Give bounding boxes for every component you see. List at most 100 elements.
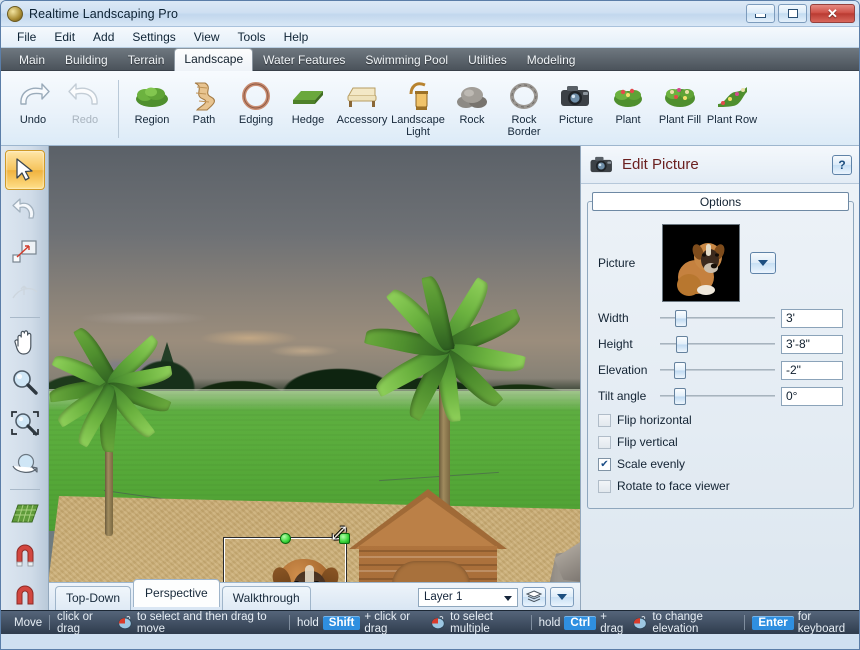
menu-tools[interactable]: Tools xyxy=(230,28,274,46)
tab-terrain[interactable]: Terrain xyxy=(118,50,175,71)
tilt-angle-value[interactable]: 0° xyxy=(781,386,843,406)
camera-picture-icon xyxy=(559,79,593,113)
view-tab-walkthrough[interactable]: Walkthrough xyxy=(221,586,311,610)
slider-thumb[interactable] xyxy=(676,336,689,353)
view-tab-top-down[interactable]: Top-Down xyxy=(55,586,132,610)
bend-arc-icon xyxy=(11,285,37,299)
elevation-value[interactable]: -2" xyxy=(781,360,843,380)
rotate-to-face-viewer-row[interactable]: Rotate to face viewer xyxy=(598,476,843,496)
rotate-tool[interactable] xyxy=(5,191,45,231)
flip-horizontal-label: Flip horizontal xyxy=(617,413,692,427)
height-value[interactable]: 3'-8" xyxy=(781,334,843,354)
rock-border-button[interactable]: Rock Border xyxy=(498,76,550,138)
layers-button[interactable] xyxy=(522,587,546,607)
tab-utilities[interactable]: Utilities xyxy=(458,50,517,71)
tab-main[interactable]: Main xyxy=(9,50,55,71)
width-value[interactable]: 3' xyxy=(781,308,843,328)
rotate-handle[interactable] xyxy=(280,533,291,544)
hint1-post: to select and then drag to move xyxy=(136,610,267,635)
pan-hand-tool[interactable] xyxy=(5,322,45,362)
magnifier-icon xyxy=(12,370,38,395)
scale-tool[interactable] xyxy=(5,232,45,272)
plant-button[interactable]: Plant xyxy=(602,76,654,138)
landscape-light-button[interactable]: Landscape Light xyxy=(390,76,446,138)
slider-thumb[interactable] xyxy=(673,388,686,405)
view-tab-bar: Top-Down Perspective Walkthrough Layer 1 xyxy=(49,579,580,610)
scale-box-icon xyxy=(11,240,37,263)
path-button[interactable]: Path xyxy=(178,76,230,138)
slider-thumb[interactable] xyxy=(673,362,686,379)
zoom-tool[interactable] xyxy=(5,363,45,403)
grid-tool[interactable] xyxy=(5,494,45,534)
flip-vertical-checkbox[interactable] xyxy=(598,435,611,449)
redo-label: Redo xyxy=(71,114,99,126)
dog-house-roof xyxy=(355,497,499,549)
tab-landscape[interactable]: Landscape xyxy=(174,48,254,71)
application-window: Realtime Landscaping Pro ✕ File Edit Add… xyxy=(0,0,860,650)
elevation-slider[interactable] xyxy=(660,361,775,379)
slider-thumb[interactable] xyxy=(674,310,687,327)
hint4-post: for keyboard xyxy=(797,610,846,635)
undo-button[interactable]: Undo xyxy=(7,76,59,127)
magnet-snap-tool-2[interactable] xyxy=(5,576,45,610)
hint3-mid: + drag xyxy=(600,610,624,635)
plant-fill-button[interactable]: Plant Fill xyxy=(654,76,706,138)
hedge-button[interactable]: Hedge xyxy=(282,76,334,138)
tab-building[interactable]: Building xyxy=(55,50,118,71)
scale-evenly-checkbox[interactable]: ✔ xyxy=(598,457,611,471)
menu-file[interactable]: File xyxy=(9,28,44,46)
flip-horizontal-checkbox[interactable] xyxy=(598,413,611,427)
layers-dropdown-button[interactable] xyxy=(550,587,574,607)
accessory-label: Accessory xyxy=(336,114,388,126)
elevation-row: Elevation -2" xyxy=(598,358,843,382)
maximize-button[interactable] xyxy=(778,4,807,23)
accessory-button[interactable]: Accessory xyxy=(334,76,390,138)
scale-evenly-row[interactable]: ✔ Scale evenly xyxy=(598,454,843,474)
picture-dropdown-button[interactable] xyxy=(750,252,776,274)
layer-select[interactable]: Layer 1 xyxy=(418,587,518,607)
zoom-window-tool[interactable] xyxy=(5,404,45,444)
region-button[interactable]: Region xyxy=(126,76,178,138)
menu-help[interactable]: Help xyxy=(276,28,317,46)
menu-view[interactable]: View xyxy=(186,28,228,46)
flip-vertical-row[interactable]: Flip vertical xyxy=(598,432,843,452)
help-button[interactable]: ? xyxy=(832,154,852,175)
chevron-down-icon xyxy=(758,260,768,266)
select-arrow-tool[interactable] xyxy=(4,150,45,190)
edging-ring-icon xyxy=(241,79,271,113)
3d-viewport[interactable]: ⤢ Top-Down Perspective Walkthrough Layer… xyxy=(49,146,581,610)
picture-button[interactable]: Picture xyxy=(550,76,602,138)
edging-button[interactable]: Edging xyxy=(230,76,282,138)
magnet-snap-tool[interactable] xyxy=(5,535,45,575)
ribbon-divider xyxy=(118,80,119,138)
menu-add[interactable]: Add xyxy=(85,28,122,46)
height-slider[interactable] xyxy=(660,335,775,353)
undo-label: Undo xyxy=(19,114,47,126)
tab-modeling[interactable]: Modeling xyxy=(517,50,586,71)
panel-title: Edit Picture xyxy=(622,156,699,173)
minimize-button[interactable] xyxy=(746,4,775,23)
rotate-to-face-viewer-checkbox[interactable] xyxy=(598,479,611,493)
region-label: Region xyxy=(134,114,170,126)
options-group-label: Options xyxy=(592,192,849,211)
picture-label: Picture xyxy=(598,256,636,270)
orbit-tool[interactable] xyxy=(5,445,45,485)
flip-horizontal-row[interactable]: Flip horizontal xyxy=(598,410,843,430)
tilt-angle-slider[interactable] xyxy=(660,387,775,405)
window-controls: ✕ xyxy=(746,4,855,23)
view-tab-perspective[interactable]: Perspective xyxy=(133,579,220,607)
rock-button[interactable]: Rock xyxy=(446,76,498,138)
flip-vertical-label: Flip vertical xyxy=(617,435,678,449)
picture-thumbnail[interactable] xyxy=(662,224,740,302)
tab-water-features[interactable]: Water Features xyxy=(253,50,355,71)
grid-icon xyxy=(10,504,39,523)
bend-tool[interactable] xyxy=(5,273,45,313)
plant-row-button[interactable]: Plant Row xyxy=(706,76,758,138)
close-button[interactable]: ✕ xyxy=(810,4,855,23)
width-slider[interactable] xyxy=(660,309,775,327)
tab-swimming-pool[interactable]: Swimming Pool xyxy=(355,50,458,71)
menu-settings[interactable]: Settings xyxy=(124,28,183,46)
menu-edit[interactable]: Edit xyxy=(46,28,83,46)
redo-button[interactable]: Redo xyxy=(59,76,111,127)
edging-label: Edging xyxy=(238,114,274,126)
